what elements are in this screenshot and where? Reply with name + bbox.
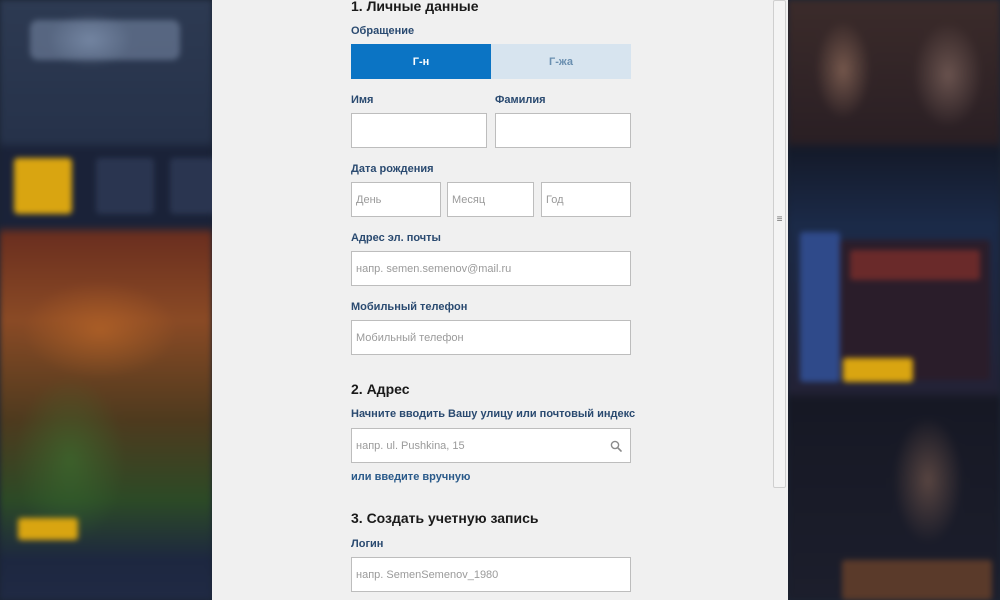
phone-placeholder: Мобильный телефон: [356, 331, 464, 344]
dob-day-placeholder: День: [356, 193, 382, 206]
background-right: [788, 0, 1000, 600]
background-panel: [843, 358, 913, 382]
salutation-toggle: Г-н Г-жа: [351, 44, 631, 79]
background-tile: [96, 158, 154, 214]
section-title-address: 2. Адрес: [351, 381, 410, 397]
phone-input[interactable]: Мобильный телефон: [351, 320, 631, 355]
dob-year-placeholder: Год: [546, 193, 564, 206]
login-input[interactable]: напр. SemenSemenov_1980: [351, 557, 631, 592]
background-logo: [30, 20, 180, 60]
address-search-placeholder: напр. ul. Pushkina, 15: [356, 439, 465, 452]
background-left: [0, 0, 228, 600]
first-name-input[interactable]: [351, 113, 487, 148]
salutation-label: Обращение: [351, 25, 415, 37]
dob-month-placeholder: Месяц: [452, 193, 486, 206]
phone-label: Мобильный телефон: [351, 301, 468, 313]
salutation-option-mr[interactable]: Г-н: [351, 44, 491, 79]
background-badge: [18, 518, 78, 540]
dob-label: Дата рождения: [351, 163, 434, 175]
email-label: Адрес эл. почты: [351, 232, 441, 244]
background-panel: [850, 250, 980, 280]
last-name-input[interactable]: [495, 113, 631, 148]
first-name-label: Имя: [351, 94, 374, 106]
scrollbar-grip-icon: ≡: [776, 214, 783, 225]
address-search-label: Начните вводить Вашу улицу или почтовый …: [351, 408, 636, 420]
dob-year-input[interactable]: Год: [541, 182, 631, 217]
manual-address-link[interactable]: или введите вручную: [351, 471, 470, 483]
section-title-personal: 1. Личные данные: [351, 0, 479, 14]
background-tile: [14, 158, 72, 214]
salutation-option-mrs[interactable]: Г-жа: [491, 44, 631, 79]
dob-month-input[interactable]: Месяц: [447, 182, 534, 217]
search-icon[interactable]: [610, 440, 622, 452]
last-name-label: Фамилия: [495, 94, 546, 106]
email-placeholder: напр. semen.semenov@mail.ru: [356, 262, 512, 275]
section-title-account: 3. Создать учетную запись: [351, 510, 539, 526]
dob-day-input[interactable]: День: [351, 182, 441, 217]
scrollbar-thumb[interactable]: [773, 0, 786, 488]
email-input[interactable]: напр. semen.semenov@mail.ru: [351, 251, 631, 286]
background-panel: [842, 560, 992, 600]
background-panel: [800, 232, 840, 382]
login-placeholder: напр. SemenSemenov_1980: [356, 568, 499, 581]
login-label: Логин: [351, 538, 384, 550]
address-search-input[interactable]: напр. ul. Pushkina, 15: [351, 428, 631, 463]
